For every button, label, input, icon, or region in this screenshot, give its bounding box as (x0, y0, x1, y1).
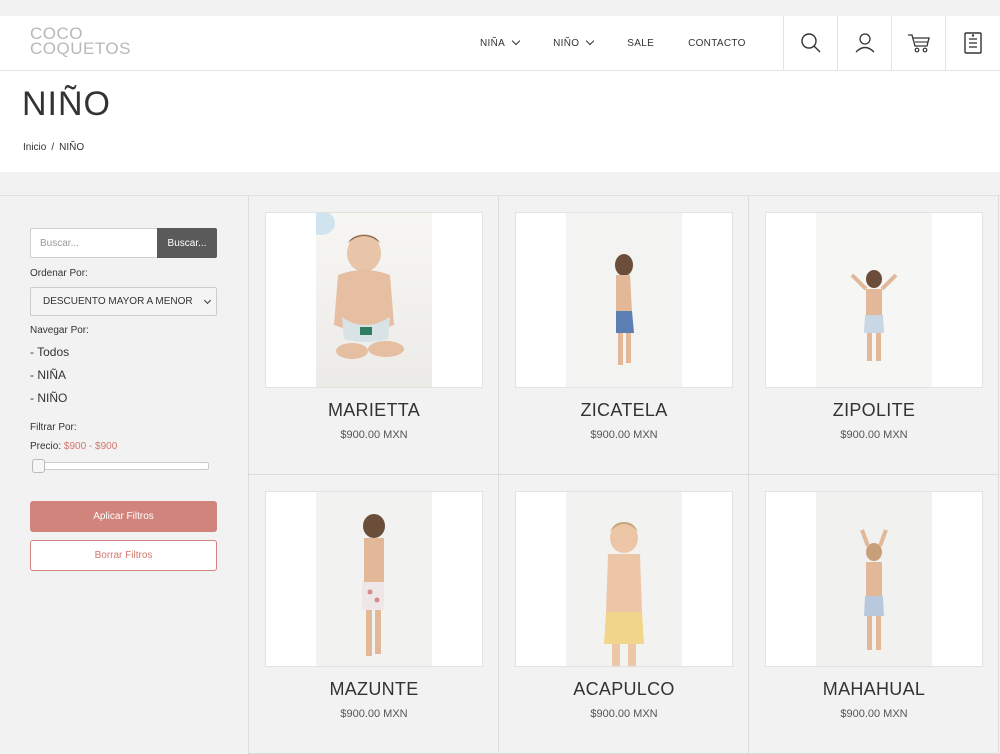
nav-item-sale[interactable]: SALE (627, 38, 654, 49)
wishlist-button[interactable] (945, 16, 1000, 70)
price-filter-label: Precio: $900 - $900 (30, 441, 117, 452)
page-header: NIÑO Inicio / NIÑO (0, 71, 1000, 172)
price-label-text: Precio: (30, 441, 62, 452)
search-icon (800, 33, 820, 53)
product-card[interactable]: ZIPOLITE $900.00 MXN (749, 196, 999, 475)
product-name[interactable]: ACAPULCO (499, 679, 749, 700)
apply-filters-button[interactable]: Aplicar Filtros (30, 501, 217, 532)
product-price: $900.00 MXN (340, 708, 408, 720)
product-image[interactable] (265, 491, 483, 667)
product-price: $900.00 MXN (340, 429, 408, 441)
cart-icon (907, 34, 930, 53)
product-card[interactable]: MARIETTA $900.00 MXN (249, 196, 499, 475)
nav-item-nina[interactable]: NIÑA (480, 36, 521, 49)
product-price: $900.00 MXN (590, 708, 658, 720)
wishlist-icon (964, 32, 982, 54)
browse-label: Navegar Por: (30, 325, 89, 336)
nav-item-label: SALE (627, 37, 655, 49)
logo-line-2: COQUETOS (30, 39, 131, 58)
nav-item-nino[interactable]: NIÑO (553, 36, 595, 49)
price-slider-track[interactable] (32, 462, 209, 470)
nav-item-label: NIÑA (480, 37, 506, 49)
product-card[interactable]: ZICATELA $900.00 MXN (499, 196, 749, 475)
clear-filters-button[interactable]: Borrar Filtros (30, 540, 217, 571)
price-slider-handle[interactable] (32, 459, 45, 473)
product-image[interactable] (265, 212, 483, 388)
product-name[interactable]: MAZUNTE (249, 679, 499, 700)
order-select[interactable]: DESCUENTO MAYOR A MENOR (30, 287, 217, 316)
product-card[interactable]: MAZUNTE $900.00 MXN (249, 475, 499, 754)
site-header: COCO COQUETOS NIÑA NIÑO SALE CONTACTO (0, 16, 1000, 71)
logo[interactable]: COCO COQUETOS (30, 25, 131, 58)
product-name[interactable]: ZIPOLITE (749, 400, 999, 421)
product-image[interactable] (515, 491, 733, 667)
product-price: $900.00 MXN (590, 429, 658, 441)
browse-link-todos[interactable]: - Todos (30, 345, 69, 359)
order-label: Ordenar Por: (30, 268, 88, 279)
breadcrumb-current: NIÑO (59, 142, 85, 153)
product-photo (816, 492, 932, 666)
product-image[interactable] (515, 212, 733, 388)
filter-label: Filtrar Por: (30, 422, 77, 433)
search-input[interactable]: Buscar... (30, 228, 157, 258)
nav-item-label: NIÑO (553, 37, 580, 49)
filter-sidebar: Buscar... Buscar... Ordenar Por: DESCUEN… (0, 196, 249, 754)
chevron-down-icon (511, 36, 521, 46)
main-nav: NIÑA NIÑO SALE CONTACTO (480, 16, 780, 70)
product-card[interactable]: MAHAHUAL $900.00 MXN (749, 475, 999, 754)
product-card[interactable]: ACAPULCO $900.00 MXN (499, 475, 749, 754)
nav-item-contacto[interactable]: CONTACTO (688, 38, 746, 49)
catalog-content: Buscar... Buscar... Ordenar Por: DESCUEN… (0, 195, 1000, 754)
product-photo (566, 213, 682, 387)
product-name[interactable]: MAHAHUAL (749, 679, 999, 700)
product-name[interactable]: MARIETTA (249, 400, 499, 421)
breadcrumb: Inicio / NIÑO (23, 142, 84, 153)
product-photo (316, 492, 432, 666)
nav-item-label: CONTACTO (688, 37, 746, 49)
product-price: $900.00 MXN (840, 708, 908, 720)
order-select-value: DESCUENTO MAYOR A MENOR (43, 296, 193, 307)
search-form: Buscar... Buscar... (30, 228, 217, 258)
search-button[interactable] (783, 16, 837, 70)
user-icon (855, 33, 874, 53)
chevron-down-icon (586, 36, 595, 46)
product-photo (566, 492, 682, 666)
product-name[interactable]: ZICATELA (499, 400, 749, 421)
top-strip (0, 0, 1000, 16)
breadcrumb-home[interactable]: Inicio (23, 142, 46, 153)
browse-link-nino[interactable]: - NIÑO (30, 391, 67, 405)
product-price: $900.00 MXN (840, 429, 908, 441)
search-submit-button[interactable]: Buscar... (157, 228, 217, 258)
product-photo (316, 213, 432, 387)
product-image[interactable] (765, 212, 983, 388)
page-title: NIÑO (22, 85, 111, 123)
breadcrumb-separator: / (51, 142, 55, 153)
product-image[interactable] (765, 491, 983, 667)
chevron-down-icon (203, 296, 212, 305)
cart-button[interactable] (891, 16, 945, 70)
browse-link-nina[interactable]: - NIÑA (30, 368, 66, 382)
account-button[interactable] (837, 16, 891, 70)
product-grid: MARIETTA $900.00 MXN ZICATELA $900.00 MX… (249, 196, 1000, 754)
price-range-value: $900 - $900 (63, 441, 118, 452)
product-photo (816, 213, 932, 387)
